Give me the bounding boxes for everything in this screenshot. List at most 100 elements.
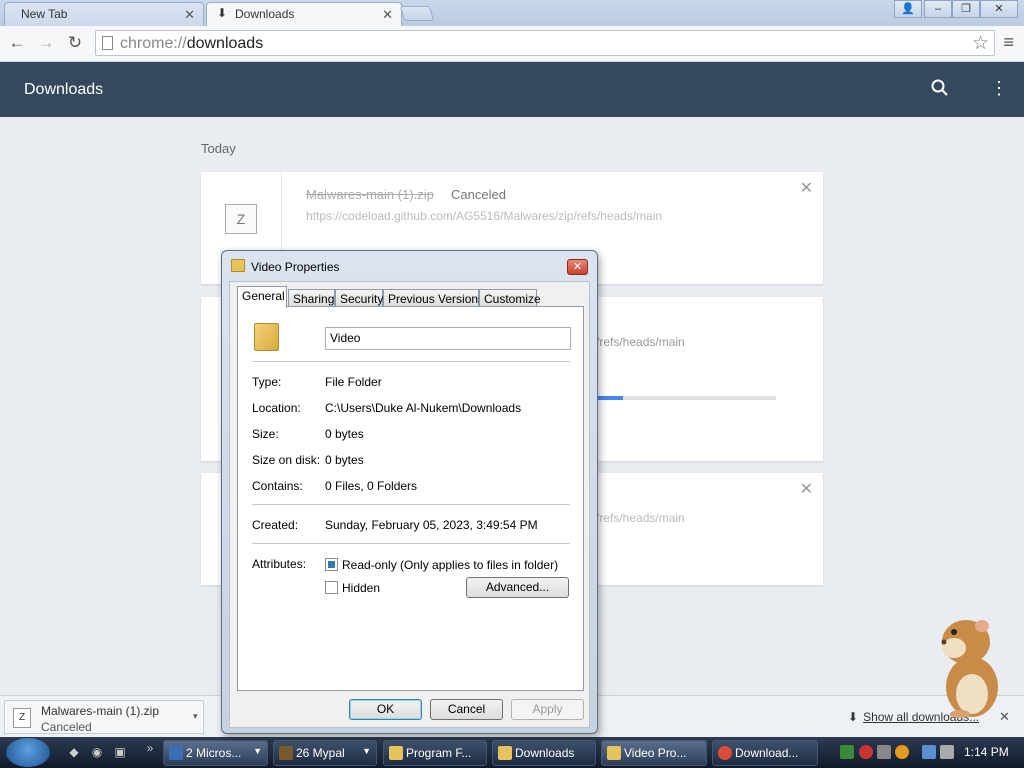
- taskbar-button[interactable]: Video Pro...: [601, 740, 707, 766]
- downloads-header: Downloads ⋮: [0, 62, 1024, 117]
- progress-fill: [596, 396, 623, 400]
- quicklaunch-icon[interactable]: ◉: [89, 745, 105, 761]
- close-tab-icon[interactable]: ✕: [184, 7, 195, 23]
- taskbar-button[interactable]: Download...: [712, 740, 818, 766]
- remove-download-icon[interactable]: ✕: [800, 178, 813, 198]
- taskbar-button-label: Program F...: [406, 746, 472, 760]
- folder-name-input[interactable]: Video: [325, 327, 571, 350]
- shelf-download-item[interactable]: Z Malwares-main (1).zip Canceled: [4, 700, 204, 734]
- size-label: Size:: [252, 427, 279, 441]
- shelf-item-name: Malwares-main (1).zip: [41, 704, 160, 718]
- tray-security-icon[interactable]: [859, 745, 873, 759]
- close-window-button[interactable]: ✕: [980, 0, 1018, 18]
- tab-sharing[interactable]: Sharing: [288, 289, 335, 307]
- tab-general[interactable]: General: [237, 286, 287, 308]
- tray-app-icon[interactable]: [877, 745, 891, 759]
- browser-toolbar: ← → ↻ chrome://downloads ☆ ≡: [0, 26, 1024, 62]
- dialog-title: Video Properties: [251, 260, 340, 274]
- tab-previous-versions[interactable]: Previous Versions: [383, 289, 484, 307]
- tab-downloads[interactable]: ⬇ Downloads ✕: [206, 2, 402, 26]
- apply-button[interactable]: Apply: [511, 699, 584, 720]
- download-source-url[interactable]: /refs/heads/main: [596, 335, 685, 349]
- tab-security[interactable]: Security: [335, 289, 383, 307]
- readonly-label: Read-only (Only applies to files in fold…: [342, 558, 559, 572]
- download-filename[interactable]: Malwares-main (1).zip: [306, 187, 434, 202]
- contains-label: Contains:: [252, 479, 303, 493]
- cancel-button[interactable]: Cancel: [430, 699, 503, 720]
- created-label: Created:: [252, 518, 299, 532]
- minimize-button[interactable]: –: [924, 0, 952, 18]
- taskbar-button-label: Download...: [735, 746, 799, 760]
- close-tab-icon[interactable]: ✕: [382, 7, 393, 23]
- taskbar-button[interactable]: Program F...: [383, 740, 487, 766]
- folder-icon: [389, 746, 403, 760]
- show-desktop-icon[interactable]: ▣: [112, 745, 128, 761]
- taskbar-clock[interactable]: 1:14 PM: [964, 745, 1009, 759]
- size-value: 0 bytes: [325, 427, 364, 441]
- reload-icon[interactable]: ↻: [64, 32, 86, 54]
- date-section-label: Today: [201, 141, 236, 156]
- search-icon[interactable]: [930, 78, 950, 98]
- windows-taskbar: ◆ ◉ ▣ » 2 Micros... ▼ 26 Mypal ▼ Program F…: [0, 737, 1024, 768]
- taskbar-button-label: Downloads: [515, 746, 575, 760]
- tray-display-icon[interactable]: [922, 745, 936, 759]
- tray-search-icon[interactable]: [895, 745, 909, 759]
- start-button[interactable]: [6, 738, 50, 767]
- window-icon: [279, 746, 293, 760]
- readonly-checkbox[interactable]: [325, 558, 338, 571]
- folder-icon: [254, 323, 279, 351]
- quicklaunch-icon[interactable]: ◆: [66, 745, 82, 761]
- taskbar-button-label: Video Pro...: [624, 746, 687, 760]
- hidden-checkbox[interactable]: [325, 581, 338, 594]
- taskbar-button-label: 26 Mypal: [296, 746, 345, 760]
- back-arrow-icon[interactable]: ←: [6, 32, 28, 54]
- hidden-label: Hidden: [342, 581, 381, 595]
- attributes-label: Attributes:: [252, 557, 307, 571]
- shelf-item-dropdown-icon[interactable]: ▾: [193, 711, 198, 722]
- page-title: Downloads: [24, 81, 104, 98]
- type-value: File Folder: [325, 375, 382, 389]
- tray-volume-icon[interactable]: [940, 745, 954, 759]
- tab-label: Downloads: [235, 7, 295, 21]
- more-quicklaunch-icon[interactable]: »: [142, 741, 158, 757]
- download-progress-bar: [596, 396, 776, 400]
- tab-label: New Tab: [21, 7, 68, 21]
- window-icon: [169, 746, 183, 760]
- bookmark-star-icon[interactable]: ☆: [972, 32, 989, 55]
- chrome-menu-icon[interactable]: ≡: [1003, 32, 1014, 53]
- shelf-item-status: Canceled: [41, 720, 92, 734]
- restore-button[interactable]: ❐: [952, 0, 980, 18]
- taskbar-button[interactable]: 2 Micros... ▼: [163, 740, 268, 766]
- taskbar-button[interactable]: 26 Mypal ▼: [273, 740, 377, 766]
- forward-arrow-icon[interactable]: →: [35, 32, 57, 54]
- properties-dialog: Video Properties ✕ General Sharing Secur…: [221, 250, 598, 734]
- download-icon: ⬇: [217, 6, 228, 20]
- tab-customize[interactable]: Customize: [479, 289, 541, 307]
- zip-file-icon: Z: [225, 204, 257, 234]
- created-value: Sunday, February 05, 2023, 3:49:54 PM: [325, 518, 538, 532]
- taskbar-button[interactable]: Downloads: [492, 740, 596, 766]
- type-label: Type:: [252, 375, 282, 389]
- url-path: downloads: [186, 35, 264, 52]
- user-icon[interactable]: 👤: [894, 0, 922, 18]
- more-options-icon[interactable]: ⋮: [990, 78, 1008, 99]
- download-source-url[interactable]: https://codeload.github.com/AG5516/Malwa…: [306, 209, 662, 223]
- ok-button[interactable]: OK: [349, 699, 422, 720]
- close-dialog-button[interactable]: ✕: [567, 259, 588, 275]
- download-status: Canceled: [451, 187, 506, 202]
- folder-icon: [498, 746, 512, 760]
- size-on-disk-label: Size on disk:: [252, 453, 321, 467]
- new-tab-button[interactable]: [399, 6, 435, 21]
- advanced-button[interactable]: Advanced...: [466, 577, 569, 598]
- download-source-url[interactable]: /refs/heads/main: [596, 511, 685, 525]
- remove-download-icon[interactable]: ✕: [800, 479, 813, 499]
- size-on-disk-value: 0 bytes: [325, 453, 364, 467]
- dialog-body: General Sharing Security Previous Versio…: [229, 281, 590, 728]
- address-bar[interactable]: chrome://downloads ☆: [95, 30, 995, 56]
- page-icon: [102, 36, 113, 50]
- tab-new-tab[interactable]: New Tab ✕: [4, 2, 204, 26]
- taskbar-button-label: 2 Micros...: [186, 746, 242, 760]
- browser-tab-strip: New Tab ✕ ⬇ Downloads ✕ 👤 – ❐ ✕: [0, 0, 1024, 26]
- tray-network-icon[interactable]: [840, 745, 854, 759]
- zip-file-icon: Z: [13, 708, 31, 728]
